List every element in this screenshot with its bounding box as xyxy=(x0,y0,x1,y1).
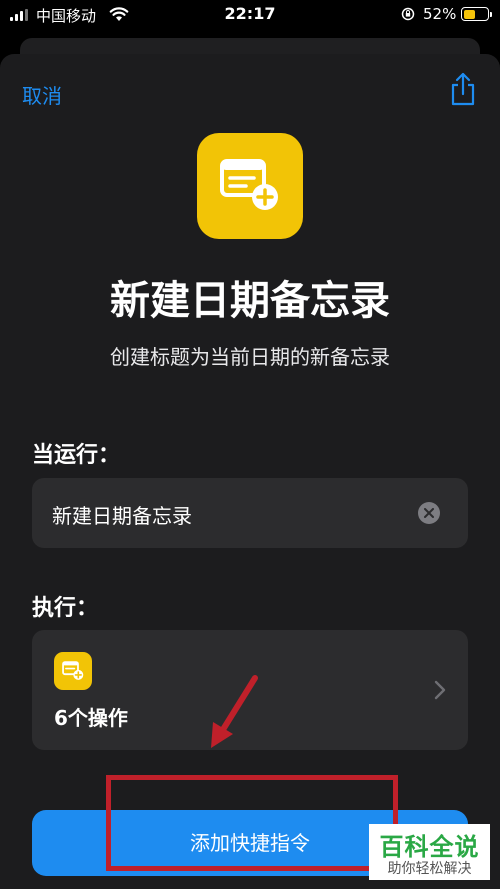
status-bar: 中国移动 22:17 52% xyxy=(0,0,500,30)
note-add-icon xyxy=(220,159,278,210)
shortcut-name-value[interactable]: 新建日期备忘录 xyxy=(52,500,192,529)
watermark-title: 百科全说 xyxy=(379,833,480,861)
shortcut-name-field[interactable]: 新建日期备忘录 xyxy=(32,478,468,548)
actions-count: 6个操作 xyxy=(54,706,128,730)
actions-label: 执行： xyxy=(32,596,99,621)
chevron-right-icon xyxy=(434,680,446,700)
orientation-lock-icon xyxy=(401,7,415,21)
note-add-icon xyxy=(54,652,92,690)
watermark-subtitle: 助你轻松解决 xyxy=(387,861,472,877)
when-run-label: 当运行： xyxy=(32,443,121,468)
battery-icon xyxy=(461,7,492,21)
annotation-highlight-box xyxy=(106,775,398,871)
share-icon[interactable] xyxy=(449,72,477,106)
battery-percent: 52% xyxy=(423,5,457,23)
shortcut-subtitle: 创建标题为当前日期的新备忘录 xyxy=(110,345,390,369)
shortcut-app-icon xyxy=(197,133,303,239)
clear-icon[interactable] xyxy=(418,502,440,524)
annotation-arrow xyxy=(211,675,258,748)
watermark: 百科全说 助你轻松解决 xyxy=(369,824,490,880)
shortcut-title: 新建日期备忘录 xyxy=(110,278,390,324)
cancel-button[interactable]: 取消 xyxy=(22,80,62,109)
